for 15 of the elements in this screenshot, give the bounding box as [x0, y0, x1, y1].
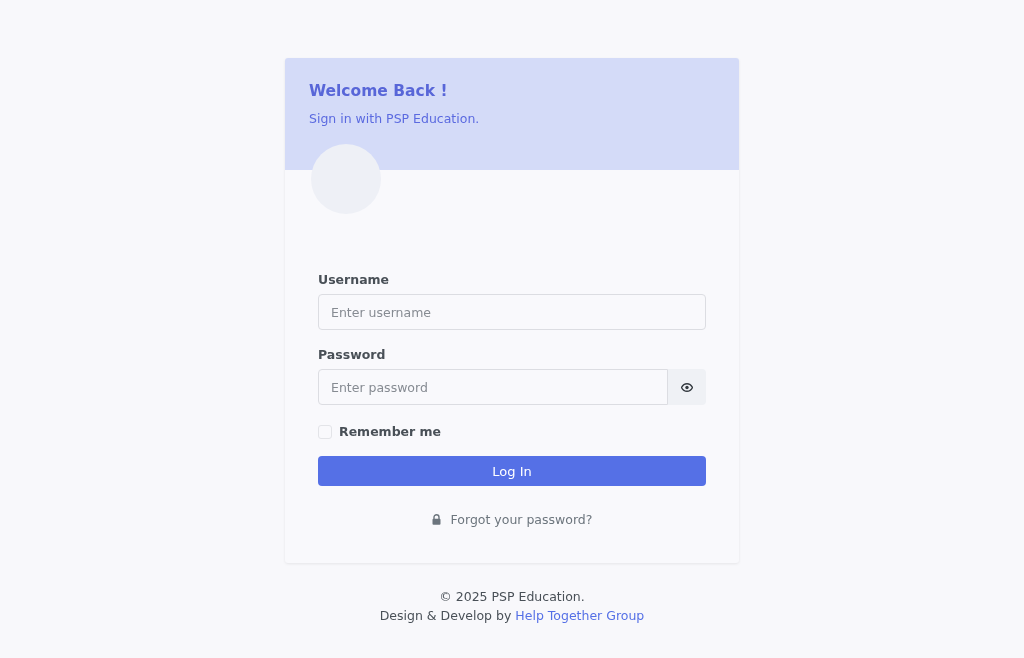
show-password-button[interactable]	[668, 369, 706, 405]
password-field[interactable]: Enter password	[318, 369, 668, 405]
password-label: Password	[318, 347, 387, 362]
lock-icon	[431, 514, 441, 525]
eye-icon	[681, 382, 693, 392]
login-button[interactable]: Log In	[318, 456, 706, 486]
username-field[interactable]: Enter username	[318, 294, 706, 330]
remember-label: Remember me	[339, 424, 442, 439]
credit-link[interactable]: Help Together Group	[515, 608, 645, 623]
forgot-password-link[interactable]: Forgot your password?	[450, 512, 593, 527]
username-label: Username	[318, 272, 391, 287]
copyright-text: © 2025 PSP Education.	[438, 588, 586, 606]
welcome-title: Welcome Back !	[309, 82, 449, 100]
credit-text: Design & Develop by Help Together Group	[379, 607, 645, 625]
welcome-subtitle: Sign in with PSP Education.	[309, 111, 481, 126]
